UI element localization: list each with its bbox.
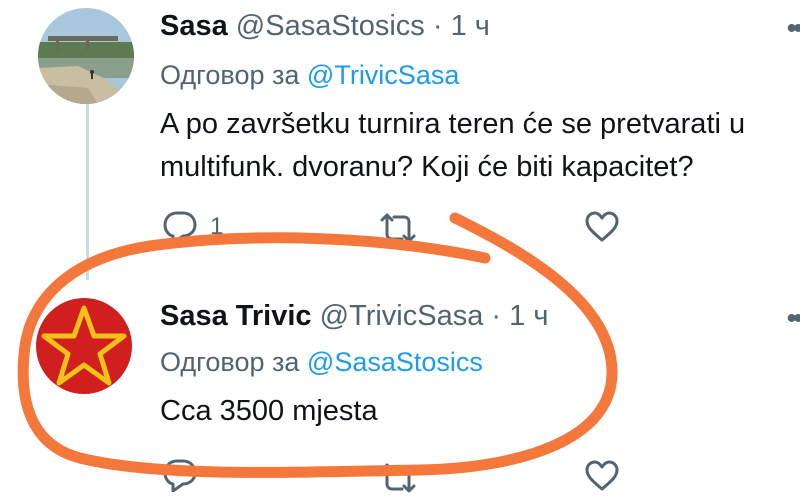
retweet-button[interactable] xyxy=(378,212,418,244)
tweet-time[interactable]: · 1 ч xyxy=(433,10,490,42)
tweet-header: Sasa Trivic @TrivicSasa · 1 ч xyxy=(160,300,548,333)
reply-context: Одговор за @SasaStosics xyxy=(160,347,483,378)
heart-icon xyxy=(585,211,619,242)
author-handle[interactable]: @SasaStosics xyxy=(236,10,425,42)
author-handle[interactable]: @TrivicSasa xyxy=(320,300,484,332)
reply-context: Одговор за @TrivicSasa xyxy=(160,60,459,91)
author-name[interactable]: Sasa xyxy=(160,10,228,42)
retweet-icon xyxy=(380,463,416,493)
reply-mention-link[interactable]: @TrivicSasa xyxy=(307,60,459,90)
reply-button[interactable]: 1 xyxy=(162,210,223,244)
reply-button[interactable] xyxy=(162,458,198,492)
red-star-avatar-image xyxy=(36,298,132,394)
reply-count: 1 xyxy=(210,213,224,240)
reply-mention-link[interactable]: @SasaStosics xyxy=(307,347,483,377)
tweet-time[interactable]: · 1 ч xyxy=(491,300,548,332)
heart-icon xyxy=(585,460,619,491)
tweet-text: Cca 3500 mjesta xyxy=(160,395,378,427)
reply-prefix: Одговор за xyxy=(160,347,300,377)
retweet-button[interactable] xyxy=(378,462,418,494)
thread-connector-line xyxy=(86,100,89,280)
like-button[interactable] xyxy=(584,211,620,243)
reply-icon xyxy=(163,459,197,492)
reply-icon xyxy=(163,211,197,244)
tweet-header: Sasa @SasaStosics · 1 ч xyxy=(160,10,490,43)
author-name[interactable]: Sasa Trivic xyxy=(160,300,312,332)
river-landscape-avatar-image xyxy=(38,8,134,104)
more-icon[interactable]: ••• xyxy=(786,302,800,336)
tweet-text: A po završetku turnira teren će se pretv… xyxy=(160,108,746,183)
more-icon[interactable]: ••• xyxy=(786,12,800,46)
avatar[interactable] xyxy=(36,298,132,394)
like-button[interactable] xyxy=(584,460,620,492)
avatar[interactable] xyxy=(38,8,134,104)
retweet-icon xyxy=(380,213,416,243)
reply-prefix: Одговор за xyxy=(160,60,300,90)
